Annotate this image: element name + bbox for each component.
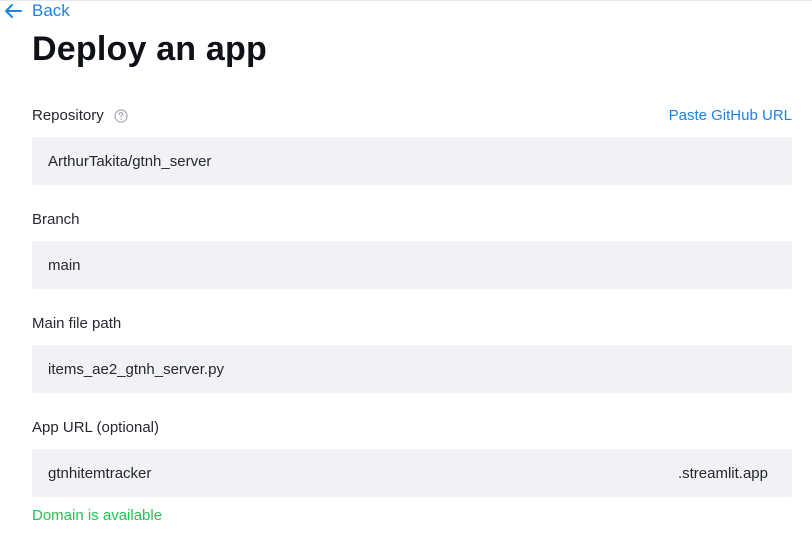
- arrow-left-icon: [5, 4, 22, 18]
- main-file-input[interactable]: items_ae2_gtnh_server.py: [32, 345, 792, 393]
- branch-value: main: [48, 256, 81, 274]
- page-title: Deploy an app: [32, 30, 267, 68]
- app-url-label: App URL (optional): [32, 419, 160, 436]
- app-url-suffix: .streamlit.app: [677, 464, 768, 482]
- main-file-label: Main file path: [32, 315, 122, 332]
- repository-input[interactable]: ArthurTakita/gtnh_server: [32, 137, 792, 185]
- repository-value: ArthurTakita/gtnh_server: [48, 152, 212, 170]
- main-file-value: items_ae2_gtnh_server.py: [48, 360, 224, 378]
- repository-label-row: Repository: [32, 107, 128, 124]
- back-label: Back: [32, 1, 70, 20]
- branch-label: Branch: [32, 211, 80, 228]
- repository-label: Repository: [32, 107, 104, 124]
- paste-github-url-link[interactable]: Paste GitHub URL: [669, 107, 792, 124]
- app-url-value: gtnhitemtracker: [48, 464, 152, 482]
- branch-input[interactable]: main: [32, 241, 792, 289]
- top-divider: [0, 0, 812, 1]
- question-circle-icon[interactable]: [114, 108, 128, 123]
- back-button[interactable]: Back: [4, 0, 70, 22]
- domain-status: Domain is available: [32, 507, 163, 524]
- app-url-input[interactable]: gtnhitemtracker .streamlit.app: [32, 449, 792, 497]
